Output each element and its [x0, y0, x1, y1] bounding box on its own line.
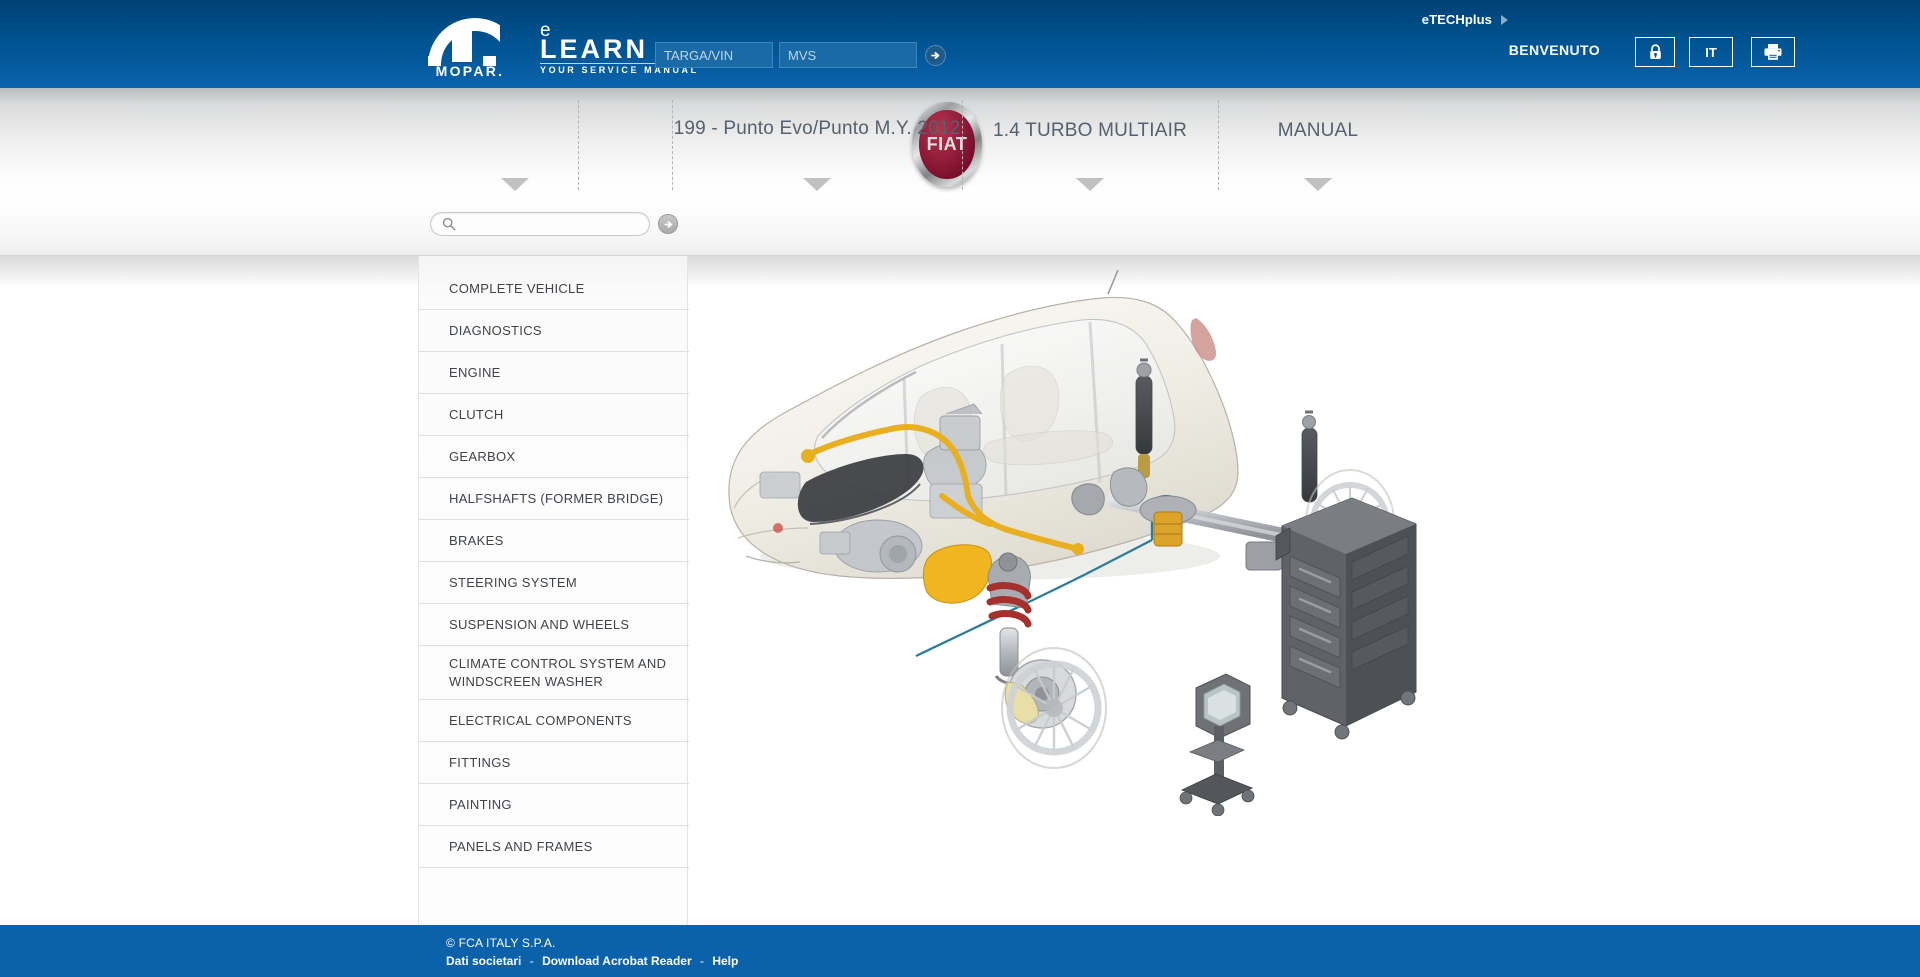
welcome-label: BENVENUTO: [1508, 42, 1600, 58]
sidebar-item-painting[interactable]: PAINTING: [419, 784, 689, 826]
chevron-down-icon[interactable]: [501, 178, 529, 191]
mopar-logo[interactable]: MOPAR.: [410, 16, 530, 79]
language-button[interactable]: IT: [1689, 37, 1733, 67]
sidebar-item-electrical-components[interactable]: ELECTRICAL COMPONENTS: [419, 700, 689, 742]
elearn-wordmark: LEARN: [540, 34, 648, 64]
sidebar-item-complete-vehicle[interactable]: COMPLETE VEHICLE: [419, 268, 689, 310]
main-stage: COMPLETE VEHICLE DIAGNOSTICS ENGINE CLUT…: [0, 256, 1920, 925]
lock-button[interactable]: [1635, 37, 1675, 67]
page-footer: © FCA ITALY S.P.A. Dati societari - Down…: [0, 925, 1920, 977]
language-label: IT: [1705, 44, 1717, 60]
sidebar-menu: COMPLETE VEHICLE DIAGNOSTICS ENGINE CLUT…: [419, 268, 689, 868]
diagnostic-tester: [1179, 673, 1255, 816]
sidebar-item-diagnostics[interactable]: DIAGNOSTICS: [419, 310, 689, 352]
search-input[interactable]: [430, 212, 650, 236]
footer-link-dati-societari[interactable]: Dati societari: [446, 954, 521, 968]
sidebar-item-label: STEERING SYSTEM: [449, 574, 578, 590]
sidebar-item-gearbox[interactable]: GEARBOX: [419, 436, 689, 478]
footer-links: Dati societari - Download Acrobat Reader…: [446, 954, 738, 968]
lock-icon: [1649, 43, 1661, 59]
sidebar-item-label: CLUTCH: [449, 406, 504, 422]
elearn-page: MOPAR. e LEARN YOUR SERVICE MANUAL eTECH…: [0, 0, 1920, 977]
chevron-down-icon[interactable]: [1304, 178, 1332, 191]
sidebar-item-climate-control[interactable]: CLIMATE CONTROL SYSTEM AND WINDSCREEN WA…: [419, 646, 689, 700]
vin-search-submit-button[interactable]: [925, 45, 946, 66]
vehicle-nav-bar: FIAT 199 - Punto Evo/Punto M.Y. 2012 1.4…: [0, 88, 1920, 277]
sidebar-item-brakes[interactable]: BRAKES: [419, 520, 689, 562]
sidebar-item-label: ELECTRICAL COMPONENTS: [449, 712, 632, 728]
sidebar-item-label: SUSPENSION AND WHEELS: [449, 616, 630, 632]
targa-vin-input[interactable]: [655, 42, 773, 68]
sidebar-item-clutch[interactable]: CLUTCH: [419, 394, 689, 436]
nav-manual-label: MANUAL: [1277, 120, 1359, 141]
mopar-wordmark: MOPAR.: [435, 63, 505, 79]
sidebar-item-label: BRAKES: [449, 532, 504, 548]
nav-model-selector[interactable]: 199 - Punto Evo/Punto M.Y. 2012: [672, 88, 962, 201]
nav-model-label: 199 - Punto Evo/Punto M.Y. 2012: [673, 118, 961, 139]
arrow-right-circle-icon: [931, 52, 940, 59]
sidebar-item-label: FITTINGS: [449, 754, 511, 770]
sidebar-item-label: PANELS AND FRAMES: [449, 838, 593, 854]
search-submit-button[interactable]: [658, 214, 678, 234]
sidebar-item-label: PAINTING: [449, 796, 512, 812]
chevron-down-icon[interactable]: [803, 178, 831, 191]
search-bar-strip: [0, 201, 1920, 256]
top-header: MOPAR. e LEARN YOUR SERVICE MANUAL eTECH…: [0, 0, 1920, 88]
nav-engine-selector[interactable]: 1.4 TURBO MULTIAIR: [962, 88, 1218, 201]
vehicle-cutaway-illustration: [728, 269, 1417, 816]
etechplus-link[interactable]: eTECHplus: [1422, 12, 1492, 27]
footer-link-help[interactable]: Help: [712, 954, 738, 968]
sidebar-item-panels-and-frames[interactable]: PANELS AND FRAMES: [419, 826, 689, 868]
sidebar-item-label: ENGINE: [449, 364, 501, 380]
sidebar-item-label: CLIMATE CONTROL SYSTEM AND WINDSCREEN WA…: [449, 655, 667, 689]
triangle-right-icon: [1501, 15, 1508, 25]
sidebar-item-engine[interactable]: ENGINE: [419, 352, 689, 394]
sidebar-item-label: COMPLETE VEHICLE: [449, 280, 585, 296]
nav-engine-label: 1.4 TURBO MULTIAIR: [993, 120, 1187, 141]
mvs-input[interactable]: [779, 42, 917, 68]
footer-separator: -: [699, 954, 704, 968]
footer-separator: -: [529, 954, 534, 968]
sidebar-item-steering-system[interactable]: STEERING SYSTEM: [419, 562, 689, 604]
arrow-right-circle-icon: [663, 220, 672, 228]
nav-manual-selector[interactable]: MANUAL: [1218, 88, 1418, 201]
nav-vehicle-photo[interactable]: [578, 88, 668, 201]
copyright-text: © FCA ITALY S.P.A.: [446, 936, 556, 950]
sidebar-item-label: HALFSHAFTS (FORMER BRIDGE): [449, 490, 664, 506]
sidebar-item-label: GEARBOX: [449, 448, 516, 464]
sidebar-item-fittings[interactable]: FITTINGS: [419, 742, 689, 784]
print-button[interactable]: [1751, 37, 1795, 67]
chevron-down-icon[interactable]: [1076, 178, 1104, 191]
tool-cabinet: [1275, 497, 1417, 740]
sidebar-item-label: DIAGNOSTICS: [449, 322, 542, 338]
search-field-wrapper: [430, 212, 650, 236]
sidebar-panel: COMPLETE VEHICLE DIAGNOSTICS ENGINE CLUT…: [418, 256, 689, 925]
printer-icon: [1764, 44, 1782, 60]
footer-link-download-acrobat-reader[interactable]: Download Acrobat Reader: [542, 954, 692, 968]
sidebar-item-halfshafts[interactable]: HALFSHAFTS (FORMER BRIDGE): [419, 478, 689, 520]
sidebar-item-suspension-and-wheels[interactable]: SUSPENSION AND WHEELS: [419, 604, 689, 646]
nav-brand-selector[interactable]: FIAT: [440, 88, 982, 201]
